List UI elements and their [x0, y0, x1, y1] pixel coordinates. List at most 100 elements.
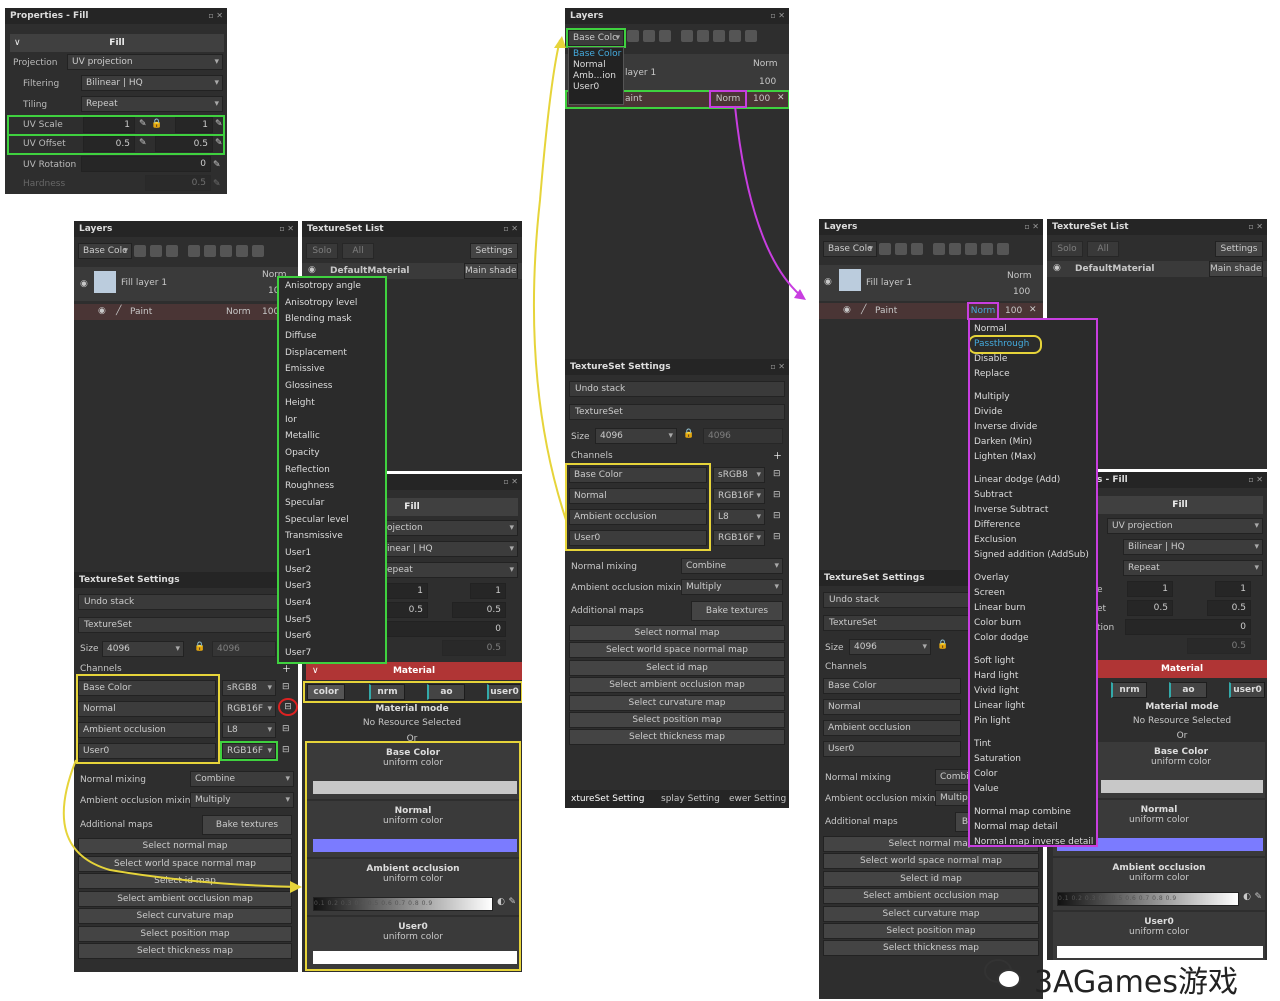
material-row[interactable]: ◉ DefaultMaterial Main shader — [1047, 261, 1267, 277]
remove-channel-icon[interactable]: ⊟ — [773, 511, 781, 521]
tiling-dropdown[interactable]: epeat — [382, 562, 518, 578]
format-dropdown[interactable]: RGB16F — [713, 488, 765, 504]
channel-dropdown-open[interactable]: Base Colc — [566, 28, 626, 48]
fill-header[interactable]: ∨ Fill — [10, 34, 224, 52]
pencil-icon[interactable]: ✎ — [139, 138, 147, 148]
menu-item[interactable]: User3 — [279, 578, 385, 595]
remove-channel-icon[interactable]: ⊟ — [282, 682, 290, 692]
menu-item[interactable]: Lighten (Max) — [970, 450, 1096, 465]
uv-offset-y[interactable]: 0.5 — [1207, 600, 1251, 616]
menu-item[interactable]: Specular level — [279, 512, 385, 529]
lock-icon[interactable]: 🔒 — [194, 642, 205, 652]
size-field-2[interactable]: 4096 — [703, 428, 783, 444]
opacity-value[interactable]: 100 — [759, 77, 776, 87]
menu-item[interactable]: Specular — [279, 495, 385, 512]
hardness-field[interactable]: 0.5 — [1187, 638, 1251, 654]
menu-item[interactable]: Signed addition (AddSub) — [970, 548, 1096, 563]
refresh-icon[interactable] — [220, 245, 232, 257]
tab-textureset-settings[interactable]: xtureSet Setting — [571, 794, 644, 804]
menu-item[interactable]: Blending mask — [279, 311, 385, 328]
menu-item[interactable]: Glossiness — [279, 378, 385, 395]
menu-item[interactable]: Pin light — [970, 714, 1096, 729]
add-layer-icon[interactable] — [134, 245, 146, 257]
menu-item[interactable]: Normal map detail — [970, 820, 1096, 835]
channel-tab-ao[interactable]: ao — [1169, 682, 1207, 698]
menu-item[interactable]: Color — [970, 767, 1096, 782]
dock-icon[interactable]: ▫ ✕ — [770, 8, 785, 24]
effect-icon[interactable] — [949, 243, 961, 255]
size-dropdown[interactable]: 4096 — [102, 641, 184, 657]
menu-item[interactable]: User5 — [279, 612, 385, 629]
format-dropdown[interactable]: sRGB8 — [713, 467, 765, 483]
base-color-swatch[interactable] — [1101, 780, 1263, 793]
uv-rotation-field[interactable]: 0 — [81, 156, 211, 172]
select-ao-map-button[interactable]: Select ambient occlusion map — [569, 677, 785, 693]
select-id-map-button[interactable]: Select id map — [823, 871, 1039, 887]
blend-mode[interactable]: Norm — [709, 90, 747, 108]
menu-item[interactable]: Hard light — [970, 669, 1096, 684]
size-field-2[interactable]: 4096 — [212, 641, 276, 657]
pencil-icon[interactable]: ✎ — [213, 179, 221, 189]
lock-icon[interactable]: 🔒 — [937, 640, 948, 650]
refresh-icon[interactable] — [713, 30, 725, 42]
menu-item[interactable]: Emissive — [279, 361, 385, 378]
dock-icon[interactable]: ▫ ✕ — [503, 474, 518, 490]
settings-button[interactable]: Settings — [1215, 241, 1263, 257]
opacity-value[interactable]: 100 — [753, 94, 770, 104]
mask-icon[interactable] — [188, 245, 200, 257]
uv-offset-x[interactable]: 0.5 — [83, 136, 135, 152]
format-dropdown[interactable]: L8 — [713, 509, 765, 525]
visibility-icon[interactable]: ◉ — [824, 277, 832, 287]
pencil-icon[interactable]: ✎ — [215, 119, 223, 129]
dock-icon[interactable]: ▫ ✕ — [279, 221, 294, 237]
select-ao-map-button[interactable]: Select ambient occlusion map — [78, 891, 292, 907]
pencil-icon[interactable]: ✎ — [139, 119, 147, 129]
select-thickness-map-button[interactable]: Select thickness map — [569, 729, 785, 745]
pencil-icon[interactable]: ✎ — [508, 897, 516, 907]
menu-item[interactable]: Normal — [970, 322, 1096, 337]
layer-row-fill[interactable]: ◉ Fill layer 1 Norm 100 — [819, 265, 1043, 301]
normal-swatch[interactable] — [313, 839, 517, 852]
size-dropdown[interactable]: 4096 — [595, 428, 677, 444]
menu-item[interactable]: Height — [279, 395, 385, 412]
radio-icon[interactable]: ◉ — [308, 265, 316, 275]
channel-tab-ao[interactable]: ao — [427, 684, 465, 700]
normal-mixing-dropdown[interactable]: Combi — [935, 769, 975, 785]
tab-viewer-settings[interactable]: ewer Setting — [729, 794, 786, 804]
solo-button[interactable]: Solo — [306, 243, 338, 259]
menu-item[interactable]: Replace — [970, 367, 1096, 382]
remove-channel-icon[interactable]: ⊟ — [773, 532, 781, 542]
tiling-dropdown[interactable]: Repeat — [1123, 560, 1263, 576]
select-curvature-map-button[interactable]: Select curvature map — [569, 695, 785, 711]
select-curvature-map-button[interactable]: Select curvature map — [78, 908, 292, 924]
filtering-dropdown[interactable]: Bilinear | HQ — [1123, 539, 1263, 555]
trash-icon[interactable] — [997, 243, 1009, 255]
lock-icon[interactable]: 🔒 — [683, 429, 694, 439]
select-ao-map-button[interactable]: Select ambient occlusion map — [823, 888, 1039, 904]
size-dropdown[interactable]: 4096 — [849, 639, 931, 655]
textureset-bar[interactable]: TextureSet — [78, 617, 290, 633]
opacity-value[interactable]: 100 — [1013, 287, 1030, 297]
blend-mode[interactable]: Norm — [1007, 271, 1032, 281]
channel-dropdown[interactable]: Base Colc — [78, 243, 132, 259]
channel-tab-color[interactable]: color — [307, 684, 345, 700]
menu-item[interactable]: User1 — [279, 545, 385, 562]
menu-item[interactable]: Darken (Min) — [970, 435, 1096, 450]
uv-scale-y[interactable]: 1 — [1215, 581, 1251, 597]
trash-icon[interactable] — [745, 30, 757, 42]
menu-item[interactable]: Linear light — [970, 699, 1096, 714]
select-thickness-map-button[interactable]: Select thickness map — [78, 943, 292, 959]
dock-icon[interactable]: ▫ ✕ — [208, 8, 223, 24]
menu-item[interactable]: Metallic — [279, 428, 385, 445]
close-icon[interactable]: ✕ — [1029, 305, 1037, 315]
opacity-value[interactable]: 100 — [1005, 306, 1022, 316]
dock-icon[interactable]: ▫ ✕ — [1024, 219, 1039, 235]
select-world-normal-map-button[interactable]: Select world space normal map — [569, 642, 785, 658]
textureset-bar[interactable]: TextureSet — [569, 404, 785, 420]
menu-item[interactable]: Linear burn — [970, 601, 1096, 616]
dock-icon[interactable]: ▫ ✕ — [503, 221, 518, 237]
folder-icon[interactable] — [981, 243, 993, 255]
opacity-value[interactable]: 100 — [262, 307, 279, 317]
hardness-field[interactable]: 0.5 — [145, 175, 211, 191]
radio-icon[interactable]: ◉ — [1053, 263, 1061, 273]
